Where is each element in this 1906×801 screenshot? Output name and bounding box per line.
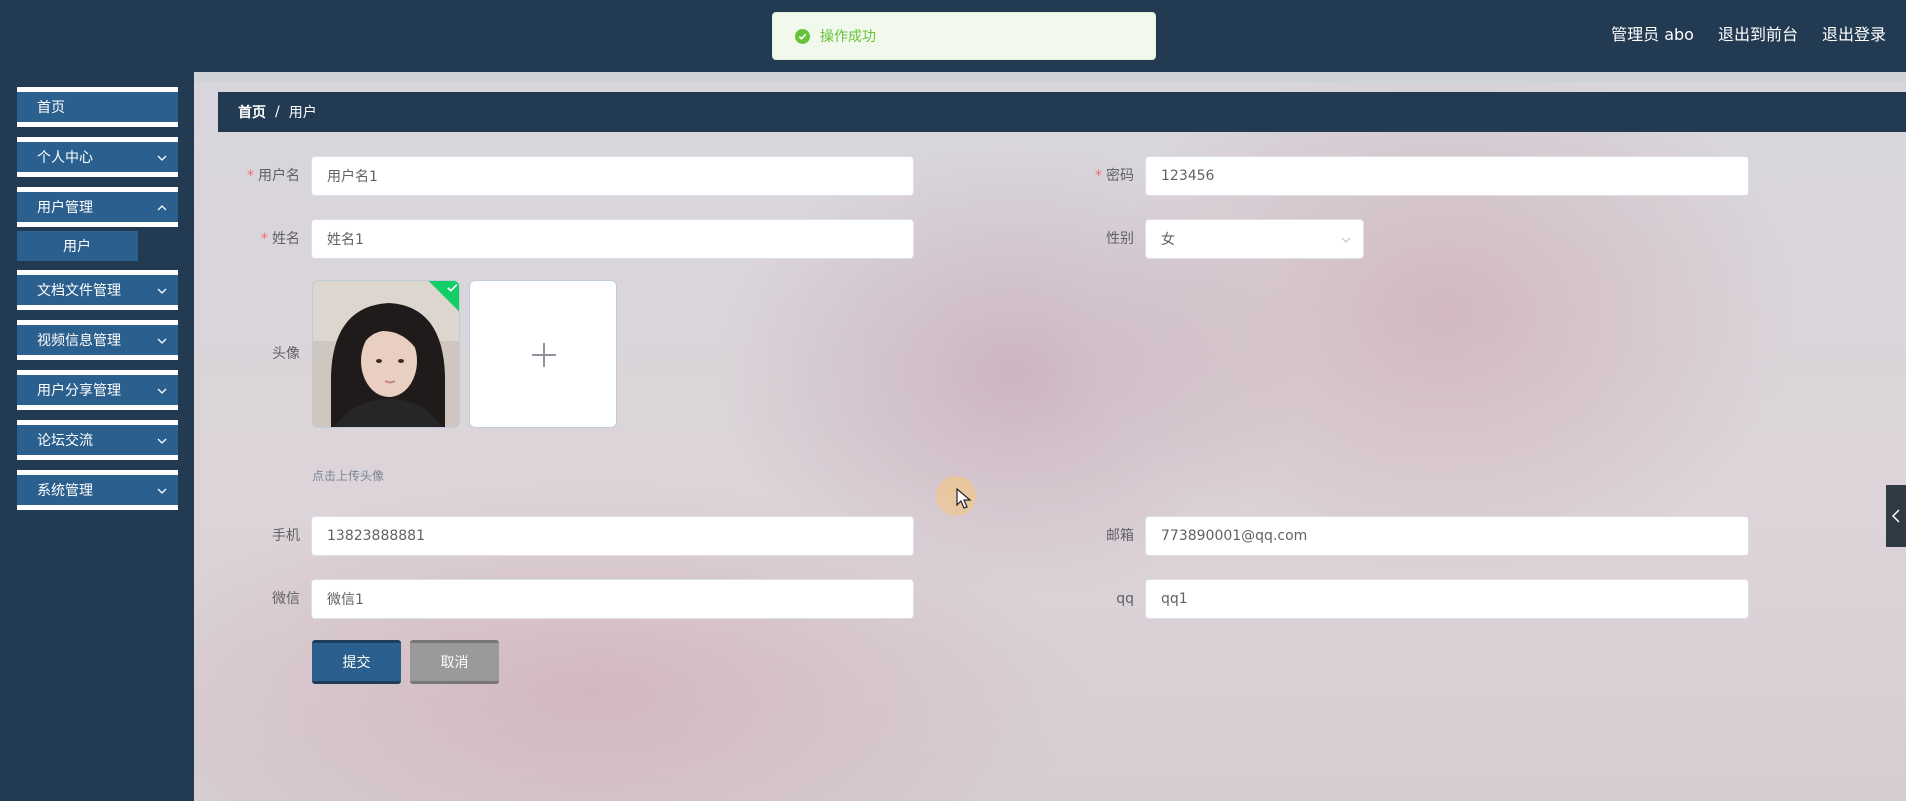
chevron-down-icon [1341, 237, 1351, 243]
sidebar-item-personal-center[interactable]: 个人中心 [17, 137, 178, 177]
chevron-down-icon [157, 155, 167, 161]
sidebar-item-forum[interactable]: 论坛交流 [17, 420, 178, 460]
sidebar-item-label: 视频信息管理 [37, 333, 121, 349]
wechat-input[interactable]: 微信1 [311, 579, 914, 619]
sidebar-item-label: 文档文件管理 [37, 283, 121, 299]
avatar-label: 头像 [272, 346, 300, 362]
required-mark: * [261, 231, 268, 247]
avatar-upload-hint: 点击上传头像 [312, 469, 385, 483]
logout-link[interactable]: 退出登录 [1822, 21, 1886, 45]
sidebar: 首页 个人中心 用户管理 用户 文档文件管理 视频信息管理 用户分享管理 论坛交… [0, 72, 194, 801]
chevron-down-icon [157, 438, 167, 444]
sidebar-item-label: 用户管理 [37, 200, 93, 216]
qq-label: qq [1116, 591, 1134, 607]
sidebar-item-label: 首页 [37, 100, 65, 116]
chevron-down-icon [157, 338, 167, 344]
gender-select[interactable]: 女 [1145, 219, 1364, 259]
success-toast: 操作成功 [772, 12, 1156, 60]
wechat-label: 微信 [272, 591, 300, 607]
wechat-value: 微信1 [327, 592, 364, 608]
sidebar-item-user-management[interactable]: 用户管理 [17, 187, 178, 227]
breadcrumb-current: 用户 [288, 105, 317, 121]
name-label: * 姓名 [261, 231, 300, 247]
avatar-upload-button[interactable] [469, 280, 617, 428]
password-label: * 密码 [1095, 168, 1134, 184]
sidebar-item-share-management[interactable]: 用户分享管理 [17, 370, 178, 410]
sidebar-item-label: 系统管理 [37, 483, 93, 499]
sidebar-item-video-management[interactable]: 视频信息管理 [17, 320, 178, 360]
main-content: 首页 / 用户 * 用户名 用户名1 * 密码 123456 * 姓名 姓名1 性别 … [194, 72, 1906, 801]
phone-label: 手机 [272, 528, 300, 544]
email-value: 773890001@qq.com [1161, 528, 1308, 544]
phone-value: 13823888881 [327, 528, 425, 544]
chevron-left-icon [1891, 509, 1900, 523]
mouse-cursor-icon [956, 488, 972, 509]
username-input[interactable]: 用户名1 [311, 156, 914, 196]
gender-label: 性别 [1106, 231, 1134, 247]
chevron-up-icon [157, 205, 167, 211]
password-value: 123456 [1161, 168, 1215, 184]
breadcrumb-separator: / [275, 104, 280, 120]
sidebar-subitem-user[interactable]: 用户 [17, 231, 138, 261]
email-input[interactable]: 773890001@qq.com [1145, 516, 1749, 556]
name-value: 姓名1 [327, 232, 364, 248]
admin-label: 管理员 abo [1611, 25, 1694, 44]
chevron-down-icon [157, 288, 167, 294]
avatar-photo [313, 281, 459, 427]
required-mark: * [1095, 168, 1102, 184]
username-value: 用户名1 [327, 169, 378, 185]
breadcrumb-home[interactable]: 首页 [238, 102, 266, 122]
gender-value: 女 [1161, 232, 1175, 248]
sidebar-subitem-label: 用户 [63, 239, 91, 255]
password-input[interactable]: 123456 [1145, 156, 1749, 196]
sidebar-item-home[interactable]: 首页 [17, 87, 178, 127]
header-links: 管理员 abo 退出到前台 退出登录 [1611, 21, 1886, 45]
plus-icon-vertical [543, 343, 545, 367]
frontend-link[interactable]: 退出到前台 [1718, 21, 1798, 45]
cancel-button[interactable]: 取消 [410, 640, 499, 684]
avatar-preview[interactable] [312, 280, 460, 428]
sidebar-item-document-management[interactable]: 文档文件管理 [17, 270, 178, 310]
breadcrumb: 首页 / 用户 [218, 92, 1906, 132]
sidebar-item-system-management[interactable]: 系统管理 [17, 470, 178, 510]
side-panel-toggle[interactable] [1886, 485, 1906, 547]
sidebar-item-label: 论坛交流 [37, 433, 93, 449]
name-input[interactable]: 姓名1 [311, 219, 914, 259]
chevron-down-icon [157, 488, 167, 494]
toast-message: 操作成功 [820, 29, 876, 45]
qq-input[interactable]: qq1 [1145, 579, 1749, 619]
check-icon [447, 284, 458, 292]
submit-button[interactable]: 提交 [312, 640, 401, 684]
email-label: 邮箱 [1106, 528, 1134, 544]
required-mark: * [247, 168, 254, 184]
username-label: * 用户名 [247, 168, 300, 184]
chevron-down-icon [157, 388, 167, 394]
phone-input[interactable]: 13823888881 [311, 516, 914, 556]
sidebar-item-label: 用户分享管理 [37, 383, 121, 399]
qq-value: qq1 [1161, 591, 1188, 607]
success-check-icon [795, 28, 810, 44]
sidebar-item-label: 个人中心 [37, 150, 93, 166]
